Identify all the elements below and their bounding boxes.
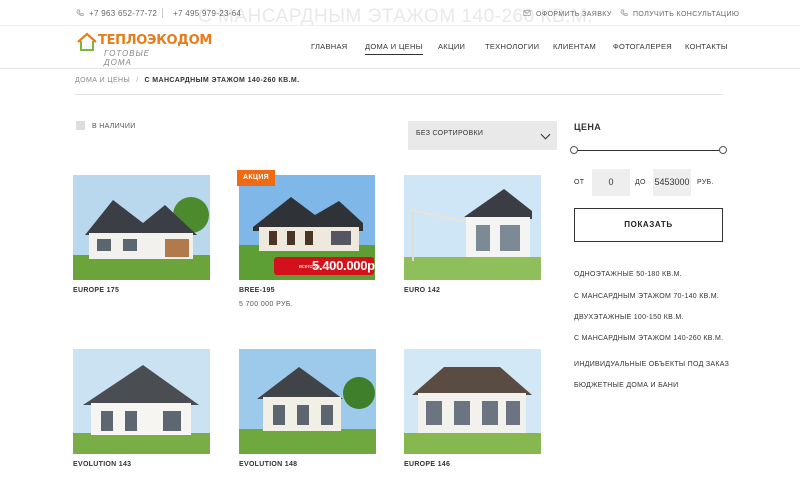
consult-link-label: ПОЛУЧИТЬ КОНСУЛЬТАЦИЮ (633, 11, 740, 18)
nav-item-promos[interactable]: АКЦИИ (438, 42, 465, 51)
top-utility-bar: +7 963 652-77-72 +7 495 979-23-64 ОФОРМИ… (0, 0, 800, 26)
phone-icon (76, 9, 84, 16)
consult-link[interactable]: ПОЛУЧИТЬ КОНСУЛЬТАЦИЮ (620, 9, 739, 18)
price-from-label: ОТ (574, 179, 585, 186)
price-to-input[interactable]: 5453000 (653, 169, 691, 196)
sort-select-value: БЕЗ СОРТИРОВКИ (416, 130, 484, 137)
product-image: всего за 5.400.000р (239, 175, 375, 280)
product-name[interactable]: EUROPE 175 (73, 287, 119, 294)
product-card[interactable]: EVOLUTION 148 (239, 349, 376, 468)
product-card[interactable]: всего за 5.400.000р BREE-195 5 700 000 Р… (239, 175, 375, 308)
product-image (73, 175, 210, 280)
phone-link-2[interactable]: +7 495 979-23-64 (173, 9, 241, 18)
product-card[interactable]: EVOLUTION 143 (73, 349, 210, 468)
breadcrumb-separator: / (136, 77, 139, 84)
product-price: 5 700 000 РУБ. (239, 301, 294, 308)
breadcrumb: ДОМА И ЦЕНЫ / С МАНСАРДНЫМ ЭТАЖОМ 140-260 … (75, 77, 299, 84)
price-filter-title: ЦЕНА (574, 122, 602, 132)
promo-price-ribbon: всего за 5.400.000р (274, 257, 375, 275)
category-link[interactable]: С МАНСАРДНЫМ ЭТАЖОМ 140-260 КВ.М. (574, 335, 723, 342)
price-slider-min-handle[interactable] (570, 146, 578, 154)
product-card[interactable]: EUROPE 146 (404, 349, 541, 468)
callback-phone-icon (620, 9, 628, 16)
request-link-label: ОФОРМИТЬ ЗАЯВКУ (536, 11, 612, 18)
product-name[interactable]: EVOLUTION 148 (239, 461, 297, 468)
phone-number-1: +7 963 652-77-72 (89, 9, 158, 18)
category-link[interactable]: С МАНСАРДНЫМ ЭТАЖОМ 70-140 КВ.М. (574, 293, 719, 300)
product-image (404, 349, 541, 454)
product-name[interactable]: EURO 142 (404, 287, 440, 294)
show-results-button[interactable]: ПОКАЗАТЬ (574, 208, 723, 242)
nav-item-contacts[interactable]: КОНТАКТЫ (685, 42, 728, 51)
price-from-input[interactable]: 0 (592, 169, 630, 196)
in-stock-label: В НАЛИЧИИ (92, 123, 136, 130)
category-link[interactable]: БЮДЖЕТНЫЕ ДОМА И БАНИ (574, 382, 678, 389)
product-image (404, 175, 541, 280)
breadcrumb-divider (75, 94, 723, 95)
phone-link-1[interactable]: +7 963 652-77-72 (76, 9, 157, 18)
nav-item-houses-prices[interactable]: ДОМА И ЦЕНЫ (365, 42, 423, 55)
category-link[interactable]: ДВУХЭТАЖНЫЕ 100-150 КВ.М. (574, 314, 684, 321)
product-card[interactable]: EURO 142 (404, 175, 541, 294)
nav-item-technologies[interactable]: ТЕХНОЛОГИИ (485, 42, 539, 51)
phone-number-2: +7 495 979-23-64 (173, 9, 242, 18)
price-currency-label: РУБ. (697, 179, 714, 186)
sort-select[interactable]: БЕЗ СОРТИРОВКИ (408, 121, 557, 150)
product-name[interactable]: EUROPE 146 (404, 461, 450, 468)
breadcrumb-parent[interactable]: ДОМА И ЦЕНЫ (75, 77, 130, 84)
price-slider-max-handle[interactable] (719, 146, 727, 154)
promo-price-value: 5.400.000р (312, 258, 375, 273)
breadcrumb-current: С МАНСАРДНЫМ ЭТАЖОМ 140-260 КВ.М. (144, 77, 300, 84)
category-link[interactable]: ИНДИВИДУАЛЬНЫЕ ОБЪЕКТЫ ПОД ЗАКАЗ (574, 361, 729, 368)
nav-item-clients[interactable]: КЛИЕНТАМ (553, 42, 596, 51)
main-nav: ГЛАВНАЯ ДОМА И ЦЕНЫ АКЦИИ ТЕХНОЛОГИИ КЛИ… (0, 42, 800, 56)
in-stock-checkbox[interactable] (76, 121, 85, 130)
chevron-down-icon (540, 129, 551, 140)
category-link[interactable]: ОДНОЭТАЖНЫЕ 50-180 КВ.М. (574, 271, 682, 278)
request-link[interactable]: ОФОРМИТЬ ЗАЯВКУ (523, 9, 612, 18)
product-image (73, 349, 210, 454)
product-image (239, 349, 376, 454)
nav-item-home[interactable]: ГЛАВНАЯ (311, 42, 348, 51)
product-name[interactable]: EVOLUTION 143 (73, 461, 131, 468)
in-stock-filter[interactable]: В НАЛИЧИИ (76, 121, 136, 130)
mail-icon (523, 10, 531, 16)
product-name[interactable]: BREE-195 (239, 287, 275, 294)
price-slider-track[interactable] (574, 150, 723, 151)
promo-badge: АКЦИЯ (237, 170, 276, 186)
product-card[interactable]: EUROPE 175 (73, 175, 210, 294)
price-to-label: ДО (635, 179, 646, 186)
header-divider (0, 68, 800, 69)
topbar-divider (162, 8, 163, 18)
nav-item-gallery[interactable]: ФОТОГАЛЕРЕЯ (613, 42, 672, 51)
